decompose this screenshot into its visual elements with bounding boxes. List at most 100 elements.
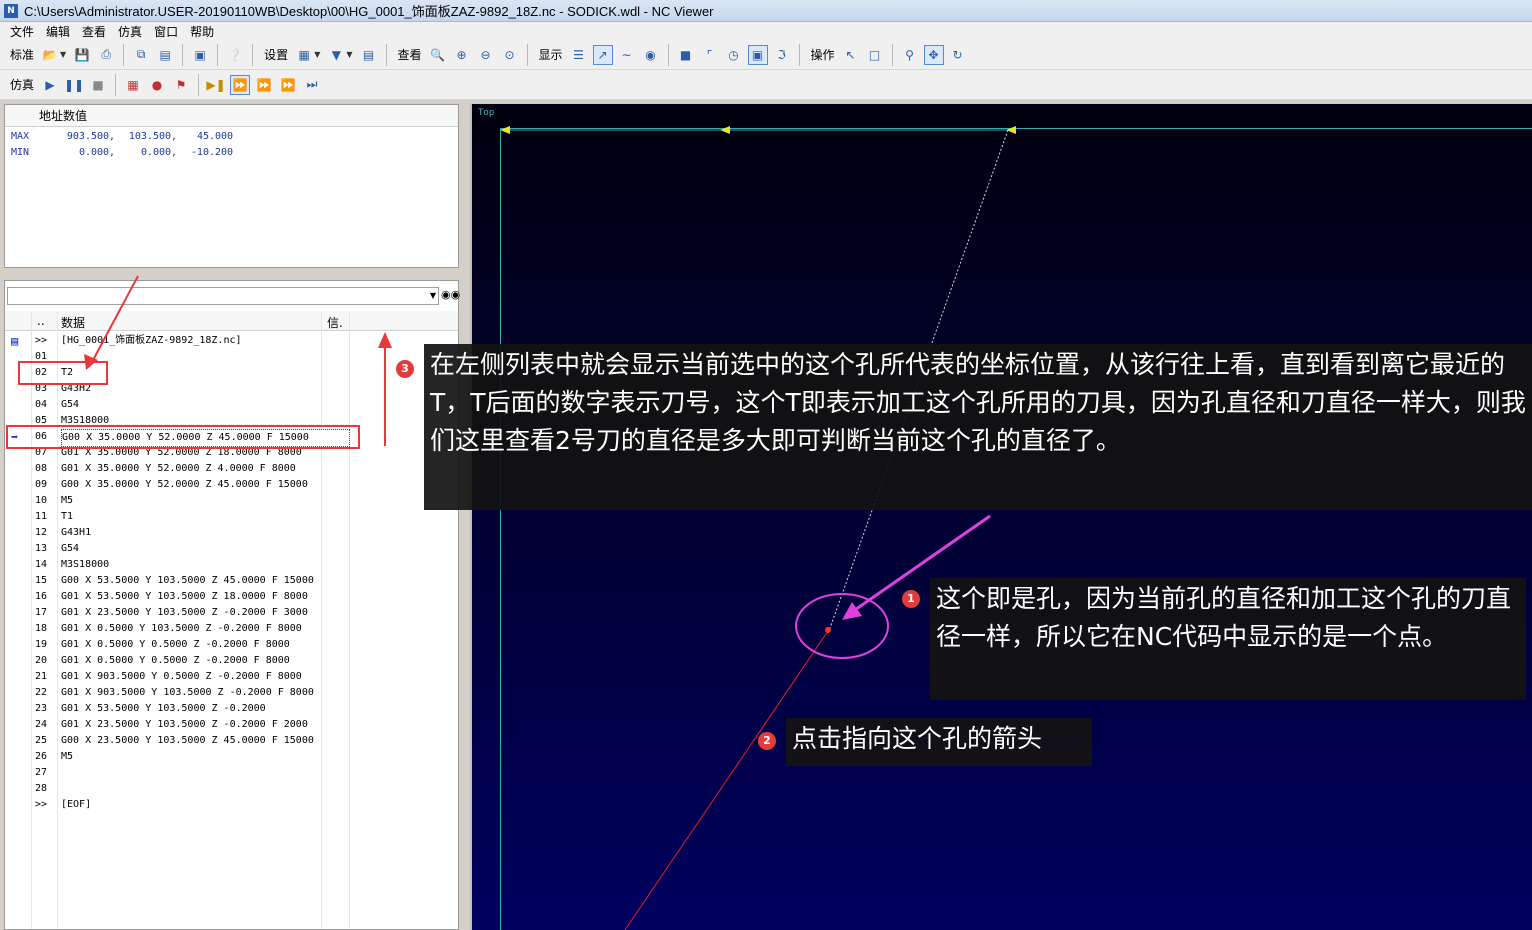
frame-icon[interactable]: ▣: [747, 44, 768, 65]
menu-edit[interactable]: 编辑: [40, 23, 76, 40]
nc-row[interactable]: 15 G00 X 53.5000 Y 103.5000 Z 45.0000 F 1…: [5, 573, 458, 589]
simulation-toolbar: 仿真 ▶ ❚❚ ■ ▦ ● ⚑ ▶❚ ⏩ ⏩ ⏩ ⏭: [0, 70, 1532, 100]
nc-code-text: G01 X 0.5000 Y 0.5000 Z -0.2000 F 8000: [61, 639, 290, 650]
paste-icon[interactable]: ▤: [155, 45, 175, 65]
block-search-combo[interactable]: ▼: [7, 287, 439, 305]
nc-row[interactable]: 22 G01 X 903.5000 Y 103.5000 Z -0.2000 F …: [5, 685, 458, 701]
step-forward-icon[interactable]: ▶❚: [206, 75, 226, 95]
help-icon[interactable]: ❔: [225, 45, 245, 65]
box-select-icon[interactable]: □: [865, 45, 885, 65]
nc-row[interactable]: 04 G54: [5, 397, 458, 413]
grid-icon[interactable]: ▦: [294, 45, 314, 65]
nc-row[interactable]: 08 G01 X 35.0000 Y 52.0000 Z 4.0000 F 800…: [5, 461, 458, 477]
toolpath-viewport[interactable]: Top: [470, 104, 1532, 930]
nc-code-text: G01 X 35.0000 Y 52.0000 Z 4.0000 F 8000: [61, 463, 296, 474]
measure-icon[interactable]: ⚲: [900, 45, 920, 65]
toolbar-sim-label: 仿真: [10, 78, 35, 92]
print-icon[interactable]: ⎙: [96, 45, 116, 65]
nc-row[interactable]: 17 G01 X 23.5000 Y 103.5000 Z -0.2000 F 3…: [5, 605, 458, 621]
nc-line-number: 20: [35, 655, 48, 666]
col-header-dots[interactable]: ..: [37, 314, 45, 328]
fast-forward-green-icon[interactable]: ⏩: [254, 75, 274, 95]
curve-icon[interactable]: ∼: [617, 45, 637, 65]
copy-icon[interactable]: ⧉: [131, 45, 151, 65]
address-values-panel: 地址数值 MAX 903.500, 103.500, 45.000 MIN 0.000,…: [4, 104, 459, 268]
nc-row[interactable]: 20 G01 X 0.5000 Y 0.5000 Z -0.2000 F 8000: [5, 653, 458, 669]
menu-help[interactable]: 帮助: [184, 23, 220, 40]
fx-icon[interactable]: ℑ: [772, 45, 792, 65]
menu-window[interactable]: 窗口: [148, 23, 184, 40]
tool-view-icon[interactable]: ◉: [641, 45, 661, 65]
nc-row[interactable]: 27: [5, 765, 458, 781]
nc-row[interactable]: 19 G01 X 0.5000 Y 0.5000 Z -0.2000 F 8000: [5, 637, 458, 653]
toolpath-arrow-icon[interactable]: ↗: [592, 44, 613, 65]
current-line-arrow-icon: ➡: [11, 430, 19, 444]
addr-label: MAX: [11, 131, 30, 142]
save-icon[interactable]: 💾: [72, 45, 92, 65]
nc-line-number: 23: [35, 703, 48, 714]
chevron-down-icon[interactable]: ▼: [430, 291, 436, 300]
window-title: C:\Users\Administrator.USER-20190110WB\D…: [24, 4, 714, 19]
nc-row[interactable]: 11 T1: [5, 509, 458, 525]
pause-icon[interactable]: ❚❚: [64, 75, 84, 95]
nc-row[interactable]: ➡ 06 G00 X 35.0000 Y 52.0000 Z 45.0000 F 1…: [5, 429, 458, 447]
nc-row[interactable]: ▤ >> [HG_0001_饰面板ZAZ-9892_18Z.nc]: [5, 333, 458, 349]
tool-icon[interactable]: ▣: [190, 45, 210, 65]
nc-line-number: 26: [35, 751, 48, 762]
pan-icon[interactable]: ✥: [923, 44, 944, 65]
stop-icon[interactable]: ■: [88, 75, 108, 95]
sim-flag-icon[interactable]: ⚑: [171, 75, 191, 95]
solid-icon[interactable]: ■: [676, 45, 696, 65]
menu-simulate[interactable]: 仿真: [112, 23, 148, 40]
nc-row[interactable]: 09 G00 X 35.0000 Y 52.0000 Z 45.0000 F 15…: [5, 477, 458, 493]
nc-row[interactable]: 12 G43H1: [5, 525, 458, 541]
nc-code-text: G01 X 903.5000 Y 103.5000 Z -0.2000 F 80…: [61, 687, 314, 698]
addr-y: 103.500,: [128, 131, 178, 142]
nc-row[interactable]: 23 G01 X 53.5000 Y 103.5000 Z -0.2000: [5, 701, 458, 717]
zoom-out-icon[interactable]: ⊖: [476, 45, 496, 65]
nc-row[interactable]: 18 G01 X 0.5000 Y 103.5000 Z -0.2000 F 80…: [5, 621, 458, 637]
play-icon[interactable]: ▶: [40, 75, 60, 95]
corner-icon[interactable]: ⌜: [700, 45, 720, 65]
nc-row[interactable]: 26 M5: [5, 749, 458, 765]
binoculars-icon[interactable]: ◉◉: [441, 286, 460, 304]
nc-row[interactable]: 21 G01 X 903.5000 Y 0.5000 Z -0.2000 F 80…: [5, 669, 458, 685]
col-header-data[interactable]: 数据: [61, 314, 85, 331]
zoom-fit-icon[interactable]: ⊙: [500, 45, 520, 65]
open-folder-icon[interactable]: 📂: [40, 45, 60, 65]
nc-row[interactable]: 01: [5, 349, 458, 365]
nc-line-number: 11: [35, 511, 48, 522]
nc-row[interactable]: 25 G00 X 23.5000 Y 103.5000 Z 45.0000 F 1…: [5, 733, 458, 749]
nc-row[interactable]: 16 G01 X 53.5000 Y 103.5000 Z 18.0000 F 8…: [5, 589, 458, 605]
nc-row[interactable]: 14 M3S18000: [5, 557, 458, 573]
nc-row[interactable]: 24 G01 X 23.5000 Y 103.5000 Z -0.2000 F 2…: [5, 717, 458, 733]
chevron-down-icon[interactable]: ▼: [60, 50, 66, 59]
rotate-icon[interactable]: ↻: [948, 45, 968, 65]
select-icon[interactable]: ↖: [841, 45, 861, 65]
options-icon[interactable]: ▤: [359, 45, 379, 65]
nc-row[interactable]: 13 G54: [5, 541, 458, 557]
fast-forward-icon[interactable]: ⏩: [230, 74, 251, 95]
zoom-in-icon[interactable]: ⊕: [452, 45, 472, 65]
fast-forward-end-icon[interactable]: ⏭: [302, 75, 322, 95]
sim-pin-icon[interactable]: ●: [147, 75, 167, 95]
nc-row[interactable]: 03 G43H2: [5, 381, 458, 397]
nc-row[interactable]: 02 T2: [5, 365, 458, 381]
col-header-info[interactable]: 信.: [327, 314, 343, 331]
nc-row[interactable]: 28: [5, 781, 458, 797]
nc-line-number: 16: [35, 591, 48, 602]
zoom-window-icon[interactable]: 🔍: [428, 45, 448, 65]
outline-icon[interactable]: ◷: [724, 45, 744, 65]
chevron-down-icon[interactable]: ▼: [314, 50, 320, 59]
nc-row[interactable]: 10 M5: [5, 493, 458, 509]
sim-option-icon[interactable]: ▦: [123, 75, 143, 95]
fast-forward-blue-icon[interactable]: ⏩: [278, 75, 298, 95]
filter-icon[interactable]: ▼: [326, 45, 346, 65]
nc-row[interactable]: 05 M3S18000: [5, 413, 458, 429]
menu-view[interactable]: 查看: [76, 23, 112, 40]
menu-file[interactable]: 文件: [4, 23, 40, 40]
chevron-down-icon[interactable]: ▼: [346, 50, 352, 59]
list-view-icon[interactable]: ☰: [569, 45, 589, 65]
nc-row[interactable]: >> [EOF]: [5, 797, 458, 813]
nc-row[interactable]: 07 G01 X 35.0000 Y 52.0000 Z 18.0000 F 80…: [5, 445, 458, 461]
